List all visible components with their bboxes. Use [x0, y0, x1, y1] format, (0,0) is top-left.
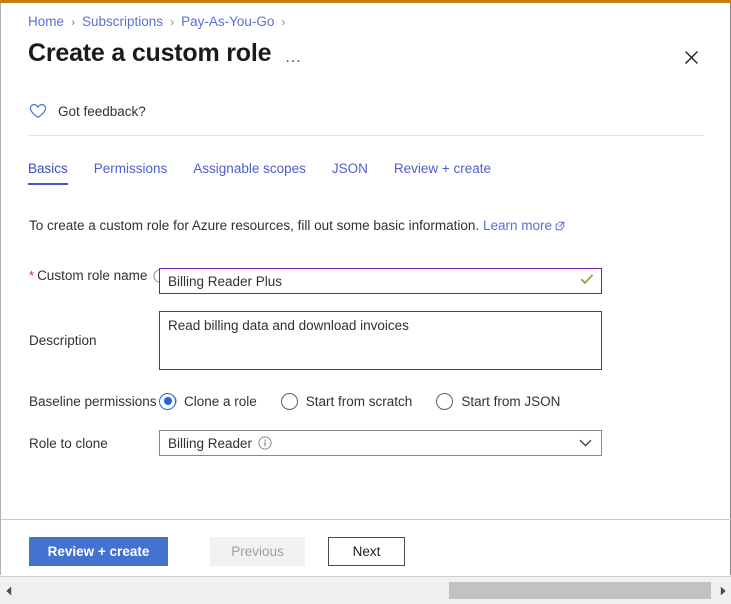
radio-start-from-scratch-label: Start from scratch — [305, 393, 413, 409]
custom-role-name-label: Custom role name — [37, 268, 148, 283]
breadcrumb-separator-icon: › — [71, 14, 76, 29]
radio-selected-icon — [159, 392, 176, 410]
breadcrumb-separator-icon: › — [281, 14, 286, 29]
role-to-clone-label: Role to clone — [29, 435, 108, 451]
radio-unselected-icon — [436, 392, 454, 410]
breadcrumb-item-pay-as-you-go[interactable]: Pay-As-You-Go — [181, 14, 274, 29]
radio-start-from-json[interactable]: Start from JSON — [436, 392, 561, 410]
baseline-permissions-radio-group: Clone a role Start from scratch Start fr… — [159, 392, 584, 410]
description-label-wrap: Description — [1, 311, 159, 370]
got-feedback-button[interactable]: Got feedback? — [29, 103, 146, 119]
review-create-button[interactable]: Review + create — [29, 537, 168, 566]
title-row: Create a custom role ... — [28, 39, 302, 68]
intro-text-row: To create a custom role for Azure resour… — [29, 218, 565, 234]
breadcrumb: Home › Subscriptions › Pay-As-You-Go › — [28, 14, 292, 29]
blade-panel: Home › Subscriptions › Pay-As-You-Go › C… — [0, 3, 731, 575]
more-options-icon[interactable]: ... — [285, 49, 301, 66]
tab-assignable-scopes[interactable]: Assignable scopes — [193, 161, 306, 185]
role-to-clone-value: Billing Reader — [168, 435, 253, 451]
baseline-permissions-label-wrap: Baseline permissions — [1, 388, 177, 414]
field-row-role-to-clone: Role to clone Billing Reader — [1, 430, 731, 456]
custom-role-name-input[interactable] — [159, 268, 602, 294]
scrollbar-track[interactable] — [17, 582, 714, 599]
tab-permissions[interactable]: Permissions — [94, 161, 168, 185]
custom-role-name-label-wrap: * Custom role name — [1, 268, 167, 283]
learn-more-link[interactable]: Learn more — [483, 218, 552, 233]
custom-role-name-input-wrap — [159, 268, 602, 294]
close-icon — [684, 50, 698, 64]
radio-unselected-icon — [280, 392, 298, 410]
close-button[interactable] — [676, 42, 706, 72]
radio-clone-a-role-label: Clone a role — [184, 393, 257, 409]
scroll-right-arrow-icon[interactable] — [714, 578, 731, 604]
feedback-divider — [29, 135, 704, 136]
external-link-icon — [555, 219, 565, 234]
description-textarea[interactable] — [159, 311, 602, 370]
radio-clone-a-role[interactable]: Clone a role — [159, 392, 257, 410]
heart-icon — [29, 103, 47, 119]
got-feedback-label: Got feedback? — [58, 103, 146, 119]
azure-portal-blade: Home › Subscriptions › Pay-As-You-Go › C… — [0, 0, 731, 604]
intro-text: To create a custom role for Azure resour… — [29, 218, 480, 233]
description-label: Description — [29, 333, 97, 348]
baseline-permissions-label: Baseline permissions — [29, 393, 157, 409]
footer-divider — [1, 519, 731, 520]
field-row-baseline-permissions: Baseline permissions Clone a role Start … — [1, 388, 731, 414]
next-button[interactable]: Next — [328, 537, 405, 566]
breadcrumb-separator-icon: › — [170, 14, 175, 29]
required-asterisk: * — [29, 268, 35, 283]
breadcrumb-item-home[interactable]: Home — [28, 14, 64, 29]
page-title: Create a custom role — [28, 39, 272, 67]
footer-actions: Review + create Previous Next — [29, 537, 405, 566]
info-icon[interactable] — [258, 436, 272, 450]
role-to-clone-dropdown[interactable]: Billing Reader — [159, 430, 602, 456]
horizontal-scrollbar[interactable] — [0, 576, 731, 604]
tab-basics[interactable]: Basics — [28, 161, 68, 185]
tab-json[interactable]: JSON — [332, 161, 368, 185]
breadcrumb-item-subscriptions[interactable]: Subscriptions — [82, 14, 163, 29]
radio-start-from-json-label: Start from JSON — [461, 393, 561, 409]
basics-form: * Custom role name Billing Reader Plus D… — [1, 268, 731, 456]
radio-start-from-scratch[interactable]: Start from scratch — [280, 392, 413, 410]
field-row-custom-role-name: * Custom role name — [1, 268, 731, 294]
tab-review-create[interactable]: Review + create — [394, 161, 491, 185]
role-to-clone-label-wrap: Role to clone — [1, 430, 159, 456]
tab-bar: Basics Permissions Assignable scopes JSO… — [28, 161, 517, 185]
field-row-description: Description — [1, 311, 731, 370]
chevron-down-icon — [579, 434, 592, 452]
previous-button: Previous — [210, 537, 305, 566]
scroll-left-arrow-icon[interactable] — [0, 578, 17, 604]
scrollbar-thumb[interactable] — [449, 582, 711, 599]
